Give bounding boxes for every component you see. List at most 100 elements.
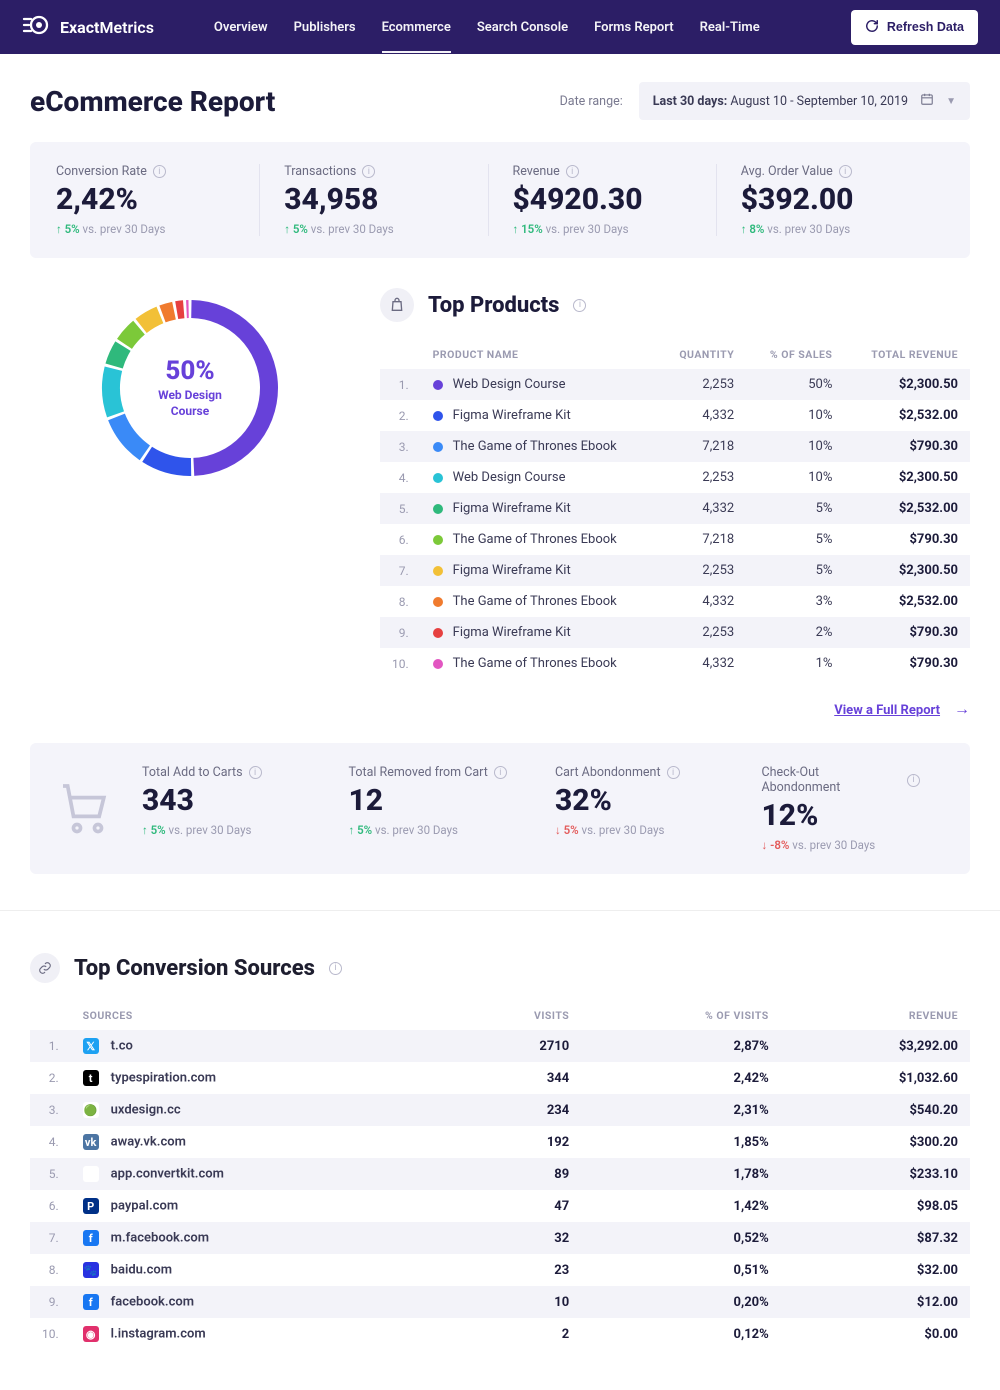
table-row[interactable]: 4. Web Design Course 2,253 10% $2,300.50: [380, 462, 970, 493]
kpi-value: 34,958: [284, 183, 463, 216]
divider: [0, 910, 1000, 911]
row-rank: 7.: [30, 1222, 71, 1254]
source-revenue: $98.05: [781, 1190, 970, 1222]
source-pct: 1,85%: [581, 1126, 781, 1158]
product-revenue: $790.30: [844, 617, 970, 648]
nav-forms-report[interactable]: Forms Report: [594, 2, 674, 53]
nav-overview[interactable]: Overview: [214, 2, 268, 53]
source-pct: 0,52%: [581, 1222, 781, 1254]
source-visits: 32: [447, 1222, 582, 1254]
info-icon[interactable]: i: [153, 165, 166, 178]
kpi: Conversion Rate i 2,42% ↑ 5% vs. prev 30…: [56, 164, 259, 236]
kpi: Check-Out Abondonment i 12% ↓ -8% vs. pr…: [738, 765, 945, 852]
nav-ecommerce[interactable]: Ecommerce: [382, 2, 451, 53]
kpi-label: Total Add to Carts i: [142, 765, 301, 780]
info-icon[interactable]: i: [573, 299, 586, 312]
info-icon[interactable]: i: [566, 165, 579, 178]
nav-search-console[interactable]: Search Console: [477, 2, 568, 53]
source-visits: 23: [447, 1254, 582, 1286]
product-qty: 4,332: [657, 648, 746, 679]
table-row[interactable]: 1. 𝕏t.co 2710 2,87% $3,292.00: [30, 1030, 970, 1062]
date-range-picker[interactable]: Last 30 days: August 10 - September 10, …: [639, 82, 970, 120]
table-row[interactable]: 9. ffacebook.com 10 0,20% $12.00: [30, 1286, 970, 1318]
refresh-label: Refresh Data: [887, 20, 964, 34]
product-qty: 4,332: [657, 400, 746, 431]
product-pct: 10%: [746, 431, 844, 462]
info-icon[interactable]: i: [329, 962, 342, 975]
source-visits: 192: [447, 1126, 582, 1158]
date-range: Date range: Last 30 days: August 10 - Se…: [560, 82, 970, 120]
table-row[interactable]: 2. ttypespiration.com 344 2,42% $1,032.6…: [30, 1062, 970, 1094]
product-revenue: $2,532.00: [844, 586, 970, 617]
series-dot-icon: [433, 597, 443, 607]
kpi-value: $4920.30: [513, 183, 692, 216]
source-revenue: $87.32: [781, 1222, 970, 1254]
table-row[interactable]: 9. Figma Wireframe Kit 2,253 2% $790.30: [380, 617, 970, 648]
product-pct: 5%: [746, 555, 844, 586]
table-row[interactable]: 10. ◉l.instagram.com 2 0,12% $0.00: [30, 1318, 970, 1350]
table-row[interactable]: 4. vkaway.vk.com 192 1,85% $300.20: [30, 1126, 970, 1158]
source-name: Ppaypal.com: [71, 1190, 447, 1222]
info-icon[interactable]: i: [907, 774, 920, 787]
source-icon: 🐾: [83, 1262, 99, 1278]
kpi-delta: ↓ -8% vs. prev 30 Days: [762, 838, 921, 852]
table-row[interactable]: 2. Figma Wireframe Kit 4,332 10% $2,532.…: [380, 400, 970, 431]
source-visits: 234: [447, 1094, 582, 1126]
table-row[interactable]: 1. Web Design Course 2,253 50% $2,300.50: [380, 369, 970, 400]
info-icon[interactable]: i: [249, 766, 262, 779]
product-name: Figma Wireframe Kit: [421, 555, 657, 586]
kpi: Revenue i $4920.30 ↑ 15% vs. prev 30 Day…: [488, 164, 716, 236]
table-row[interactable]: 7. fm.facebook.com 32 0,52% $87.32: [30, 1222, 970, 1254]
product-name: Figma Wireframe Kit: [421, 493, 657, 524]
source-name: fm.facebook.com: [71, 1222, 447, 1254]
brand-logo[interactable]: ExactMetrics: [22, 11, 154, 43]
kpi-delta: ↓ 5% vs. prev 30 Days: [555, 823, 714, 837]
source-name: ◯app.convertkit.com: [71, 1158, 447, 1190]
nav-real-time[interactable]: Real-Time: [700, 2, 760, 53]
source-icon: ◉: [83, 1326, 99, 1342]
kpi: Cart Abondonment i 32% ↓ 5% vs. prev 30 …: [531, 765, 738, 852]
kpi-label: Cart Abondonment i: [555, 765, 714, 780]
product-name: Web Design Course: [421, 369, 657, 400]
source-pct: 1,78%: [581, 1158, 781, 1190]
donut-center-pct: 50%: [165, 356, 214, 386]
bag-icon: [380, 288, 414, 322]
product-qty: 2,253: [657, 617, 746, 648]
table-row[interactable]: 10. The Game of Thrones Ebook 4,332 1% $…: [380, 648, 970, 679]
nav-publishers[interactable]: Publishers: [294, 2, 356, 53]
row-rank: 10.: [30, 1318, 71, 1350]
top-products-section: 50% Web Design Course Top Products i PRO…: [30, 258, 970, 719]
table-row[interactable]: 5. ◯app.convertkit.com 89 1,78% $233.10: [30, 1158, 970, 1190]
table-row[interactable]: 3. The Game of Thrones Ebook 7,218 10% $…: [380, 431, 970, 462]
table-row[interactable]: 6. Ppaypal.com 47 1,42% $98.05: [30, 1190, 970, 1222]
table-row[interactable]: 8. The Game of Thrones Ebook 4,332 3% $2…: [380, 586, 970, 617]
source-revenue: $233.10: [781, 1158, 970, 1190]
product-revenue: $2,532.00: [844, 400, 970, 431]
product-pct: 5%: [746, 524, 844, 555]
row-rank: 3.: [30, 1094, 71, 1126]
product-revenue: $2,300.50: [844, 462, 970, 493]
info-icon[interactable]: i: [362, 165, 375, 178]
logo-icon: [22, 11, 50, 43]
kpi-delta: ↑ 5% vs. prev 30 Days: [56, 222, 235, 236]
info-icon[interactable]: i: [494, 766, 507, 779]
refresh-button[interactable]: Refresh Data: [851, 10, 978, 45]
cart-kpi-card: Total Add to Carts i 343 ↑ 5% vs. prev 3…: [30, 743, 970, 874]
kpi-label: Check-Out Abondonment i: [762, 765, 921, 795]
source-pct: 2,42%: [581, 1062, 781, 1094]
row-rank: 8.: [380, 586, 421, 617]
series-dot-icon: [433, 535, 443, 545]
table-row[interactable]: 8. 🐾baidu.com 23 0,51% $32.00: [30, 1254, 970, 1286]
table-row[interactable]: 6. The Game of Thrones Ebook 7,218 5% $7…: [380, 524, 970, 555]
table-row[interactable]: 7. Figma Wireframe Kit 2,253 5% $2,300.5…: [380, 555, 970, 586]
view-full-report-link[interactable]: View a Full Report: [834, 703, 940, 718]
info-icon[interactable]: i: [667, 766, 680, 779]
product-qty: 2,253: [657, 462, 746, 493]
page-header: eCommerce Report Date range: Last 30 day…: [30, 82, 970, 120]
info-icon[interactable]: i: [839, 165, 852, 178]
table-row[interactable]: 3. 🟢uxdesign.cc 234 2,31% $540.20: [30, 1094, 970, 1126]
kpi-delta: ↑ 15% vs. prev 30 Days: [513, 222, 692, 236]
kpi-value: $392.00: [741, 183, 920, 216]
product-revenue: $790.30: [844, 524, 970, 555]
table-row[interactable]: 5. Figma Wireframe Kit 4,332 5% $2,532.0…: [380, 493, 970, 524]
